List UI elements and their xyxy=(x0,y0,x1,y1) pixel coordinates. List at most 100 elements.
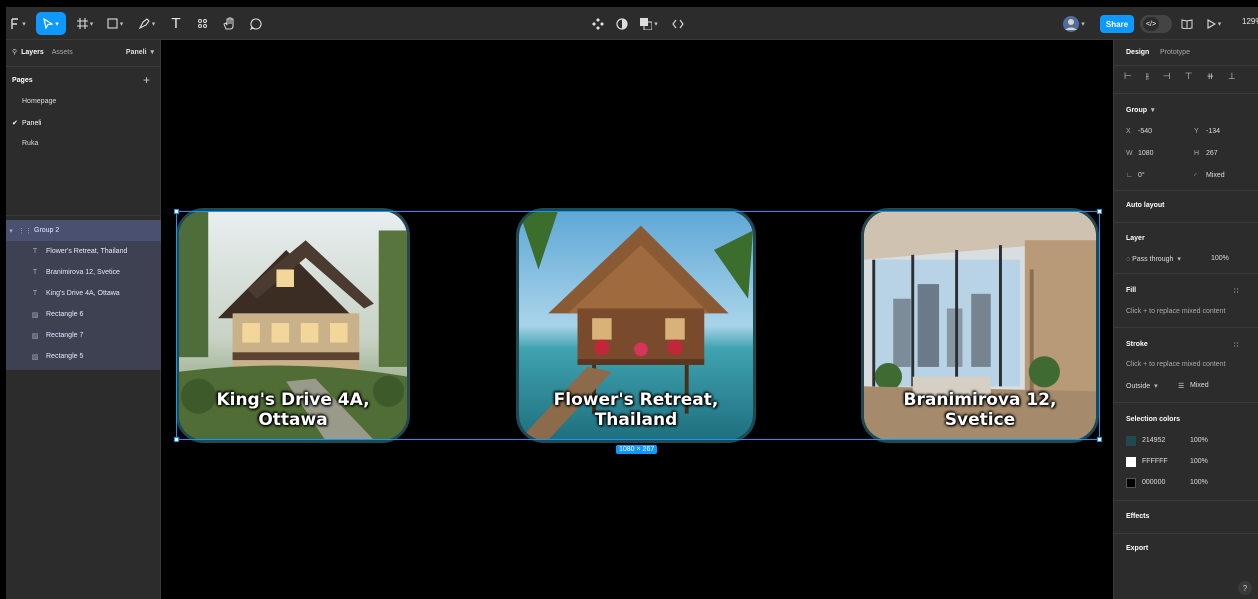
h-field-label: H xyxy=(1194,150,1200,157)
align-center-h-icon[interactable]: ⫲ xyxy=(1146,71,1149,82)
resize-handle-top-left[interactable] xyxy=(174,209,179,214)
page-switcher[interactable]: Paneli ▾ xyxy=(126,48,154,56)
divider xyxy=(1114,93,1258,94)
align-center-v-icon[interactable]: ⧺ xyxy=(1206,71,1214,82)
page-item-homepage[interactable]: Homepage xyxy=(12,98,56,105)
layer-name: Rectangle 5 xyxy=(46,353,84,360)
width-input[interactable]: 1080 xyxy=(1138,150,1154,157)
mask-button[interactable] xyxy=(612,7,632,40)
stroke-weight-icon: ☰ xyxy=(1178,383,1185,390)
present-button[interactable]: ▾ xyxy=(1202,7,1226,40)
text-tool-button[interactable]: T xyxy=(166,7,186,40)
opacity-input[interactable]: 100% xyxy=(1211,255,1229,262)
share-button[interactable]: Share xyxy=(1100,15,1134,33)
tab-design[interactable]: Design xyxy=(1126,49,1149,56)
image-layer-icon: ▨ xyxy=(31,332,39,340)
color-hex[interactable]: 000000 xyxy=(1142,479,1165,486)
color-swatch[interactable] xyxy=(1126,457,1136,467)
stroke-weight-input[interactable]: Mixed xyxy=(1190,382,1209,389)
comment-tool-button[interactable] xyxy=(246,7,266,40)
boolean-button[interactable]: ▾ xyxy=(636,7,662,40)
page-item-paneli[interactable]: ✔ Paneli xyxy=(12,119,42,128)
component-icon xyxy=(592,17,604,30)
align-bottom-icon[interactable]: ⊥ xyxy=(1228,71,1236,82)
search-icon[interactable]: ⚲ xyxy=(12,48,17,56)
auto-layout-heading[interactable]: Auto layout xyxy=(1126,202,1165,209)
figma-logo-icon xyxy=(11,17,19,29)
resize-handle-top-right[interactable] xyxy=(1097,209,1102,214)
corner-radius-input[interactable]: Mixed xyxy=(1206,172,1225,179)
selection-box[interactable] xyxy=(174,209,1102,442)
page-item-ruka[interactable]: Ruka xyxy=(12,140,38,147)
align-top-icon[interactable]: ⊤ xyxy=(1185,71,1193,82)
shape-tool-button[interactable]: ▾ xyxy=(102,7,128,40)
layer-text-branimirova[interactable]: T Branimirova 12, Svetice xyxy=(6,262,161,283)
color-swatch[interactable] xyxy=(1126,436,1136,446)
divider xyxy=(1114,533,1258,534)
y-input[interactable]: -134 xyxy=(1206,128,1220,135)
chevron-down-icon: ▾ xyxy=(1177,256,1181,263)
style-grid-icon[interactable]: ∷ xyxy=(1234,341,1238,349)
library-button[interactable] xyxy=(1178,7,1196,40)
frame-tool-button[interactable]: ▾ xyxy=(72,7,98,40)
code-icon xyxy=(672,19,684,28)
color-opacity[interactable]: 100% xyxy=(1190,437,1208,444)
pen-tool-button[interactable]: ▾ xyxy=(134,7,160,40)
hand-tool-button[interactable] xyxy=(218,7,240,40)
height-input[interactable]: 267 xyxy=(1206,150,1218,157)
export-heading[interactable]: Export xyxy=(1126,545,1148,552)
corner-radius-icon: ◜ xyxy=(1194,173,1197,180)
stroke-note: Click + to replace mixed content xyxy=(1126,361,1226,368)
dev-mode-toggle[interactable]: </> xyxy=(1140,15,1172,33)
text-layer-icon: T xyxy=(32,290,38,297)
text-layer-icon: T xyxy=(32,269,38,276)
stroke-position-value: Outside xyxy=(1126,383,1151,390)
rectangle-icon xyxy=(107,18,118,29)
user-avatar-button[interactable]: ▾ xyxy=(1058,7,1090,40)
design-canvas[interactable]: King's Drive 4A, Ottawa Flower's Retreat… xyxy=(161,40,1113,599)
layer-rectangle-7[interactable]: ▨ Rectangle 7 xyxy=(6,325,161,346)
blend-mode-select[interactable]: ◌ Pass through ▾ xyxy=(1126,255,1181,263)
divider xyxy=(1114,190,1258,191)
effects-heading[interactable]: Effects xyxy=(1126,513,1149,520)
add-page-icon[interactable]: + xyxy=(143,73,150,87)
stroke-position-select[interactable]: Outside ▾ xyxy=(1126,382,1158,390)
layer-name: Rectangle 7 xyxy=(46,332,84,339)
resize-handle-bottom-left[interactable] xyxy=(174,437,179,442)
style-grid-icon[interactable]: ∷ xyxy=(1234,287,1238,295)
align-right-icon[interactable]: ⊣ xyxy=(1163,71,1171,82)
tab-assets[interactable]: Assets xyxy=(52,49,73,56)
layer-group-2[interactable]: ▾ ⋮⋮ Group 2 xyxy=(6,220,161,241)
divider xyxy=(1114,222,1258,223)
resize-handle-bottom-right[interactable] xyxy=(1097,437,1102,442)
x-input[interactable]: -540 xyxy=(1138,128,1152,135)
page-name: Paneli xyxy=(22,119,42,127)
component-button[interactable] xyxy=(588,7,608,40)
align-left-icon[interactable]: ⊢ xyxy=(1124,71,1132,82)
zoom-level[interactable]: 129% xyxy=(1242,17,1258,26)
layer-rectangle-5[interactable]: ▨ Rectangle 5 xyxy=(6,346,161,367)
text-tool-icon: T xyxy=(171,15,181,32)
comment-icon xyxy=(250,17,262,30)
dev-handoff-button[interactable] xyxy=(668,7,688,40)
help-button[interactable]: ? xyxy=(1238,581,1252,595)
color-hex[interactable]: FFFFFF xyxy=(1142,458,1168,465)
tab-layers[interactable]: Layers xyxy=(21,49,44,56)
layer-rectangle-6[interactable]: ▨ Rectangle 6 xyxy=(6,304,161,325)
main-menu-button[interactable]: ▾ xyxy=(6,7,30,40)
color-swatch[interactable] xyxy=(1126,478,1136,488)
pages-heading: Pages xyxy=(12,77,33,84)
blend-mode-icon: ◌ xyxy=(1126,256,1131,263)
group-label[interactable]: Group ▾ xyxy=(1126,106,1154,114)
resources-button[interactable] xyxy=(192,7,212,40)
rotation-input[interactable]: 0° xyxy=(1138,172,1145,179)
color-hex[interactable]: 214952 xyxy=(1142,437,1165,444)
color-opacity[interactable]: 100% xyxy=(1190,458,1208,465)
pen-icon xyxy=(138,18,150,29)
tab-prototype[interactable]: Prototype xyxy=(1160,49,1190,56)
layer-text-flowers-retreat[interactable]: T Flower's Retreat, Thailand xyxy=(6,241,161,262)
divider xyxy=(6,215,160,216)
layer-text-kings-drive[interactable]: T King's Drive 4A, Ottawa xyxy=(6,283,161,304)
move-tool-button[interactable]: ▾ xyxy=(36,12,66,35)
color-opacity[interactable]: 100% xyxy=(1190,479,1208,486)
